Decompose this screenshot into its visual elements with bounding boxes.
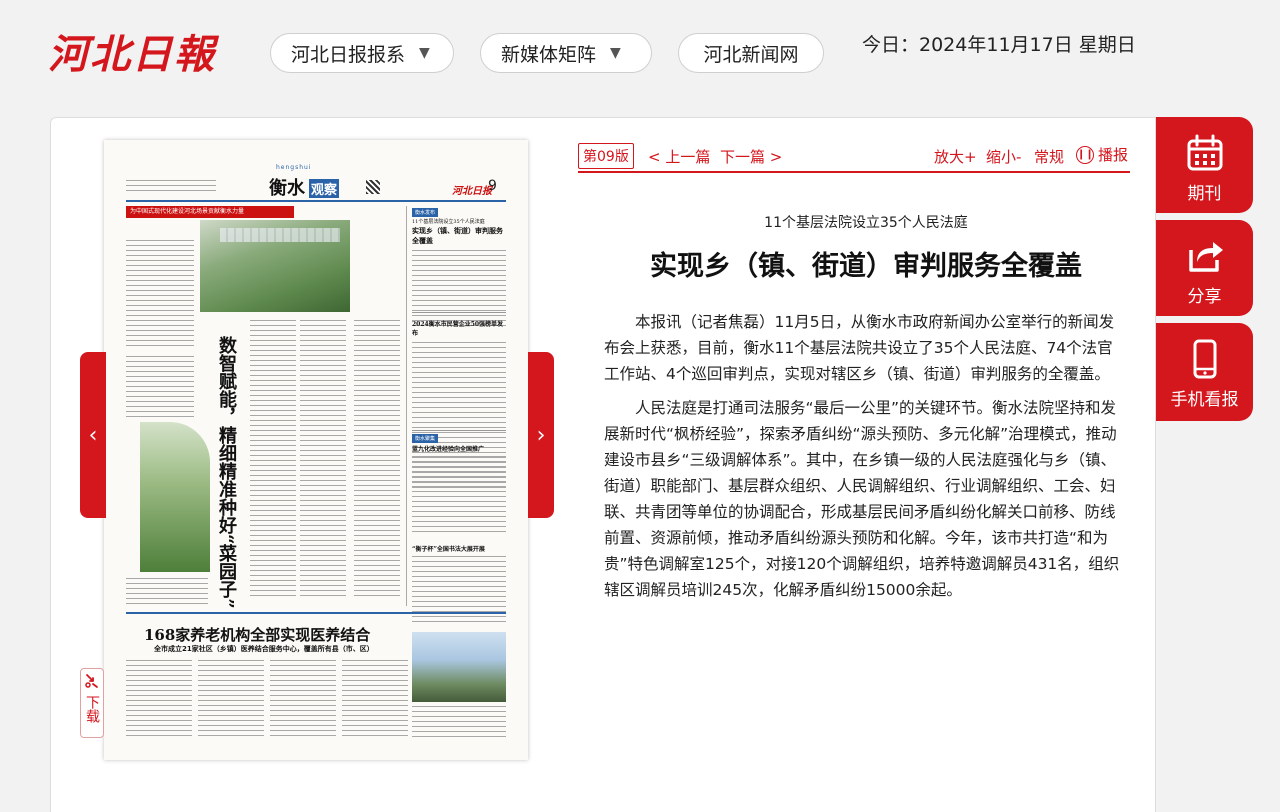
article-toolbar: 第09版 < 上一篇 下一篇 > 放大+ 缩小- 常规 ❙❙ 播报 [578,141,1130,173]
chevron-left-icon: ‹ [88,422,98,448]
section3-title[interactable]: 蓝九化改进经验向全国推广 [412,444,508,453]
text-column [198,660,264,740]
masthead-sub: hengshui [276,164,312,171]
section-rule [412,312,506,313]
text-column [126,356,194,418]
prev-article-link[interactable]: < 上一篇 [648,146,710,167]
side-nav-journal[interactable]: 期刊 [1156,117,1253,213]
article-paragraph: 本报讯（记者焦磊）11月5日，从衡水市政府新闻办公室举行的新闻发布会上获悉，目前… [604,313,1115,383]
zoom-in-button[interactable]: 放大+ [934,146,977,167]
section-rule [412,430,506,431]
column-rule [406,206,407,606]
big-headline[interactable]: 168家养老机构全部实现医养结合 [144,624,370,645]
masthead-rule [126,200,506,202]
side-nav-journal-label: 期刊 [1187,184,1222,204]
nav-new-media[interactable]: 新媒体矩阵 ▼ [480,33,652,73]
read-aloud-label: 播报 [1098,146,1129,164]
nav-hebei-news[interactable]: 河北新闻网 [678,33,824,73]
paper-brand: 河北日报 [452,186,492,197]
photo-caption [126,578,208,606]
section-tag: 衡水聚集 [412,434,439,443]
section1-title[interactable]: 实现乡（镇、街道）审判服务全覆盖 [412,226,508,246]
greenhouse-photo[interactable] [200,220,350,312]
photo-caption [412,706,506,740]
text-column [126,240,194,350]
newspaper-page[interactable]: hengshui 衡水 观察 河北日报 9 为中国式现代化建设河北场景贡献衡水力量… [104,140,528,760]
big-subheadline: 全市成立21家社区（乡镇）医养结合服务中心，覆盖所有县（市、区） [154,645,374,653]
nav-hebei-news-label: 河北新闻网 [703,43,799,66]
page-number: 9 [488,178,497,194]
site-header: 河北日報 河北日报报系 ▼ 新媒体矩阵 ▼ 河北新闻网 今日：2024年11月1… [0,0,1280,112]
caret-down-icon: ▼ [610,45,621,61]
side-nav-mobile[interactable]: 手机看报 [1156,323,1253,421]
caret-down-icon: ▼ [419,45,430,61]
download-label: 下载 [84,695,100,723]
nav-newspaper-group-label: 河北日报报系 [291,43,406,66]
text-column [412,456,506,536]
page-meta [126,180,216,194]
worker-photo[interactable] [412,632,506,702]
text-column [412,556,506,626]
hebei-daily-logo[interactable]: 河北日報 [48,22,216,80]
side-nav-share[interactable]: 分享 [1156,220,1253,316]
share-icon [1185,236,1225,276]
farmer-photo[interactable] [140,422,210,572]
audio-icon: ❙❙ [1076,145,1094,164]
nav-newspaper-group[interactable]: 河北日报报系 ▼ [270,33,454,73]
side-nav-mobile-label: 手机看报 [1170,390,1239,410]
text-column [342,660,408,740]
normal-size-button[interactable]: 常规 [1034,146,1064,167]
next-page-button[interactable]: › [528,352,554,518]
prev-page-button[interactable]: ‹ [80,352,106,518]
masthead-text: 衡水 [269,178,305,199]
phone-icon [1185,339,1225,379]
section4-title[interactable]: “衡子杯”全国书法大展开展 [412,544,508,553]
edition-badge[interactable]: 第09版 [578,143,634,169]
article-title: 实现乡（镇、街道）审判服务全覆盖 [650,251,1082,282]
masthead: 衡水 观察 [269,174,340,200]
download-icon [85,674,98,688]
article-subtitle: 11个基层法院设立35个人民法庭 [764,215,968,231]
side-nav-share-label: 分享 [1187,287,1222,307]
red-banner: 为中国式现代化建设河北场景贡献衡水力量 [126,206,294,218]
section-tag: 衡水发布 [412,208,439,217]
text-column [250,320,296,600]
text-column [300,320,346,600]
text-column [270,660,336,740]
section1-kicker: 11个基层法院设立35个人民法庭 [412,219,485,225]
text-column [126,660,192,740]
vertical-headline[interactable]: 数智赋能，精细精准种好“菜园子” [208,336,237,609]
next-article-link[interactable]: 下一篇 > [720,146,782,167]
masthead-box: 观察 [309,179,340,198]
text-column [354,320,400,600]
calendar-icon [1185,133,1225,173]
section2-title[interactable]: 2024衡水市民营企业50强榜单发布 [412,320,508,338]
text-column [412,250,506,330]
article-paragraph: 人民法庭是打通司法服务“最后一公里”的关键环节。衡水法院坚持和发展新时代“枫桥经… [604,399,1120,599]
section-rule [126,612,506,614]
qr-code-icon [366,180,380,194]
chevron-right-icon: › [536,422,546,448]
nav-new-media-label: 新媒体矩阵 [501,43,597,66]
zoom-out-button[interactable]: 缩小- [986,146,1021,167]
download-button[interactable]: 下载 [80,668,104,738]
today-date: 今日：2024年11月17日 星期日 [862,34,1136,56]
read-aloud-button[interactable]: ❙❙ 播报 [1076,144,1128,165]
